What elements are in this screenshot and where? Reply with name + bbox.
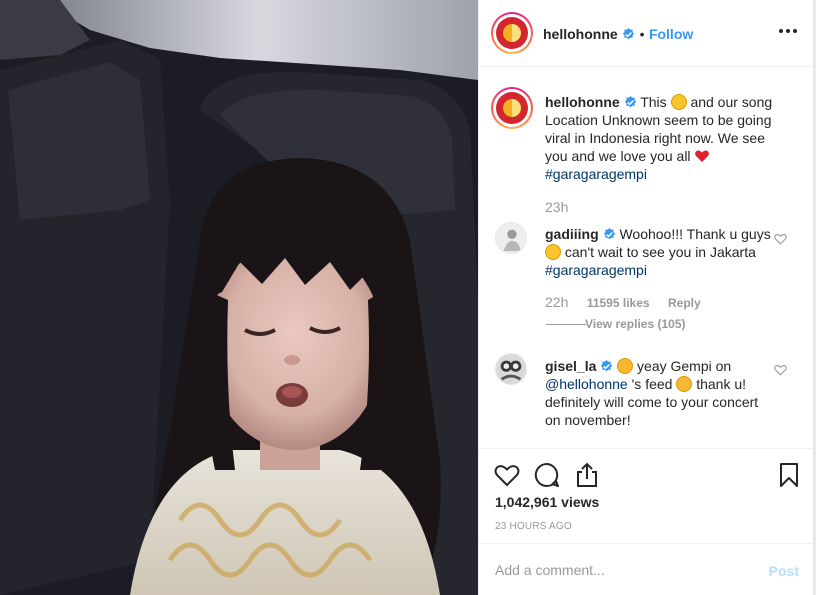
caption-timestamp[interactable]: 23h: [545, 199, 568, 215]
view-replies-divider: [546, 324, 586, 325]
comment-timestamp[interactable]: 22h: [545, 294, 568, 310]
reply-button[interactable]: Reply: [668, 296, 701, 310]
comment-meta: 22h 11595 likes Reply: [545, 294, 701, 312]
video-frame: [0, 0, 478, 595]
kissing-emoji-icon: [676, 376, 693, 392]
comment-mention[interactable]: @hellohonne: [545, 376, 628, 392]
caption-avatar[interactable]: [491, 87, 533, 129]
post-video[interactable]: [0, 0, 478, 595]
author-username[interactable]: hellohonne: [543, 26, 618, 42]
caption-logo-icon: [496, 92, 528, 124]
comment-text-part2: can't wait to see you in Jakarta: [564, 244, 756, 260]
add-comment-bar: Post: [479, 543, 815, 595]
comment-likes-count[interactable]: 11595 likes: [587, 296, 650, 310]
comment-like-heart-icon[interactable]: [774, 233, 787, 245]
post-side-panel: hellohonne • Follow hellohonne This and: [478, 0, 815, 595]
comment-like-heart-icon[interactable]: [774, 364, 787, 376]
follow-button[interactable]: Follow: [649, 26, 693, 42]
author-logo-icon: [496, 17, 528, 49]
comments-area[interactable]: hellohonne This and our song Location Un…: [479, 67, 815, 448]
separator-dot: •: [639, 26, 645, 42]
comment-text-part2: 's feed: [631, 376, 673, 392]
commenter-avatar-gadiiing[interactable]: [495, 222, 527, 254]
view-replies-button[interactable]: View replies (105): [585, 317, 686, 331]
post-timestamp[interactable]: 23 HOURS AGO: [495, 521, 572, 532]
share-icon[interactable]: [573, 461, 601, 489]
verified-badge-icon: [622, 28, 635, 40]
post-comment-button[interactable]: Post: [769, 563, 799, 579]
commenter-username[interactable]: gisel_la: [545, 358, 596, 374]
smiling-emoji-icon: [670, 94, 687, 110]
commenter-avatar-gisel-la[interactable]: [495, 353, 527, 385]
comment-text-gadiiing: gadiiing Woohoo!!! Thank u guys can't wa…: [545, 225, 777, 279]
verified-badge-icon: [603, 228, 615, 240]
comment-text-part1: Woohoo!!! Thank u guys: [619, 226, 771, 242]
like-heart-icon[interactable]: [493, 461, 521, 489]
commenter-username[interactable]: gadiiing: [545, 226, 599, 242]
comment-text-part1: yeay Gempi on: [637, 358, 732, 374]
caption-text-part1: This: [640, 94, 667, 110]
post-header: hellohonne • Follow: [479, 0, 815, 67]
more-options-icon[interactable]: [777, 24, 799, 38]
verified-badge-icon: [624, 96, 636, 108]
add-comment-input[interactable]: [495, 558, 745, 582]
person-avatar-icon: [496, 354, 526, 384]
verified-badge-icon: [601, 360, 613, 372]
caption-username[interactable]: hellohonne: [545, 94, 620, 110]
comment-text-gisel-la: gisel_la yeay Gempi on @hellohonne 's fe…: [545, 357, 777, 429]
views-count[interactable]: 1,042,961 views: [495, 494, 599, 510]
caption-text: hellohonne This and our song Location Un…: [545, 93, 777, 183]
author-avatar[interactable]: [491, 12, 533, 54]
hugging-emoji-icon: [545, 244, 561, 260]
comment-hashtag[interactable]: #garagaragempi: [545, 262, 647, 278]
red-heart-emoji-icon: [695, 150, 710, 162]
comment-bubble-icon[interactable]: [533, 461, 561, 489]
bookmark-icon[interactable]: [775, 461, 803, 489]
tongue-emoji-icon: [617, 358, 634, 374]
caption-hashtag[interactable]: #garagaragempi: [545, 166, 647, 182]
post-actions: 1,042,961 views 23 HOURS AGO: [479, 448, 815, 548]
person-avatar-icon: [496, 223, 526, 253]
